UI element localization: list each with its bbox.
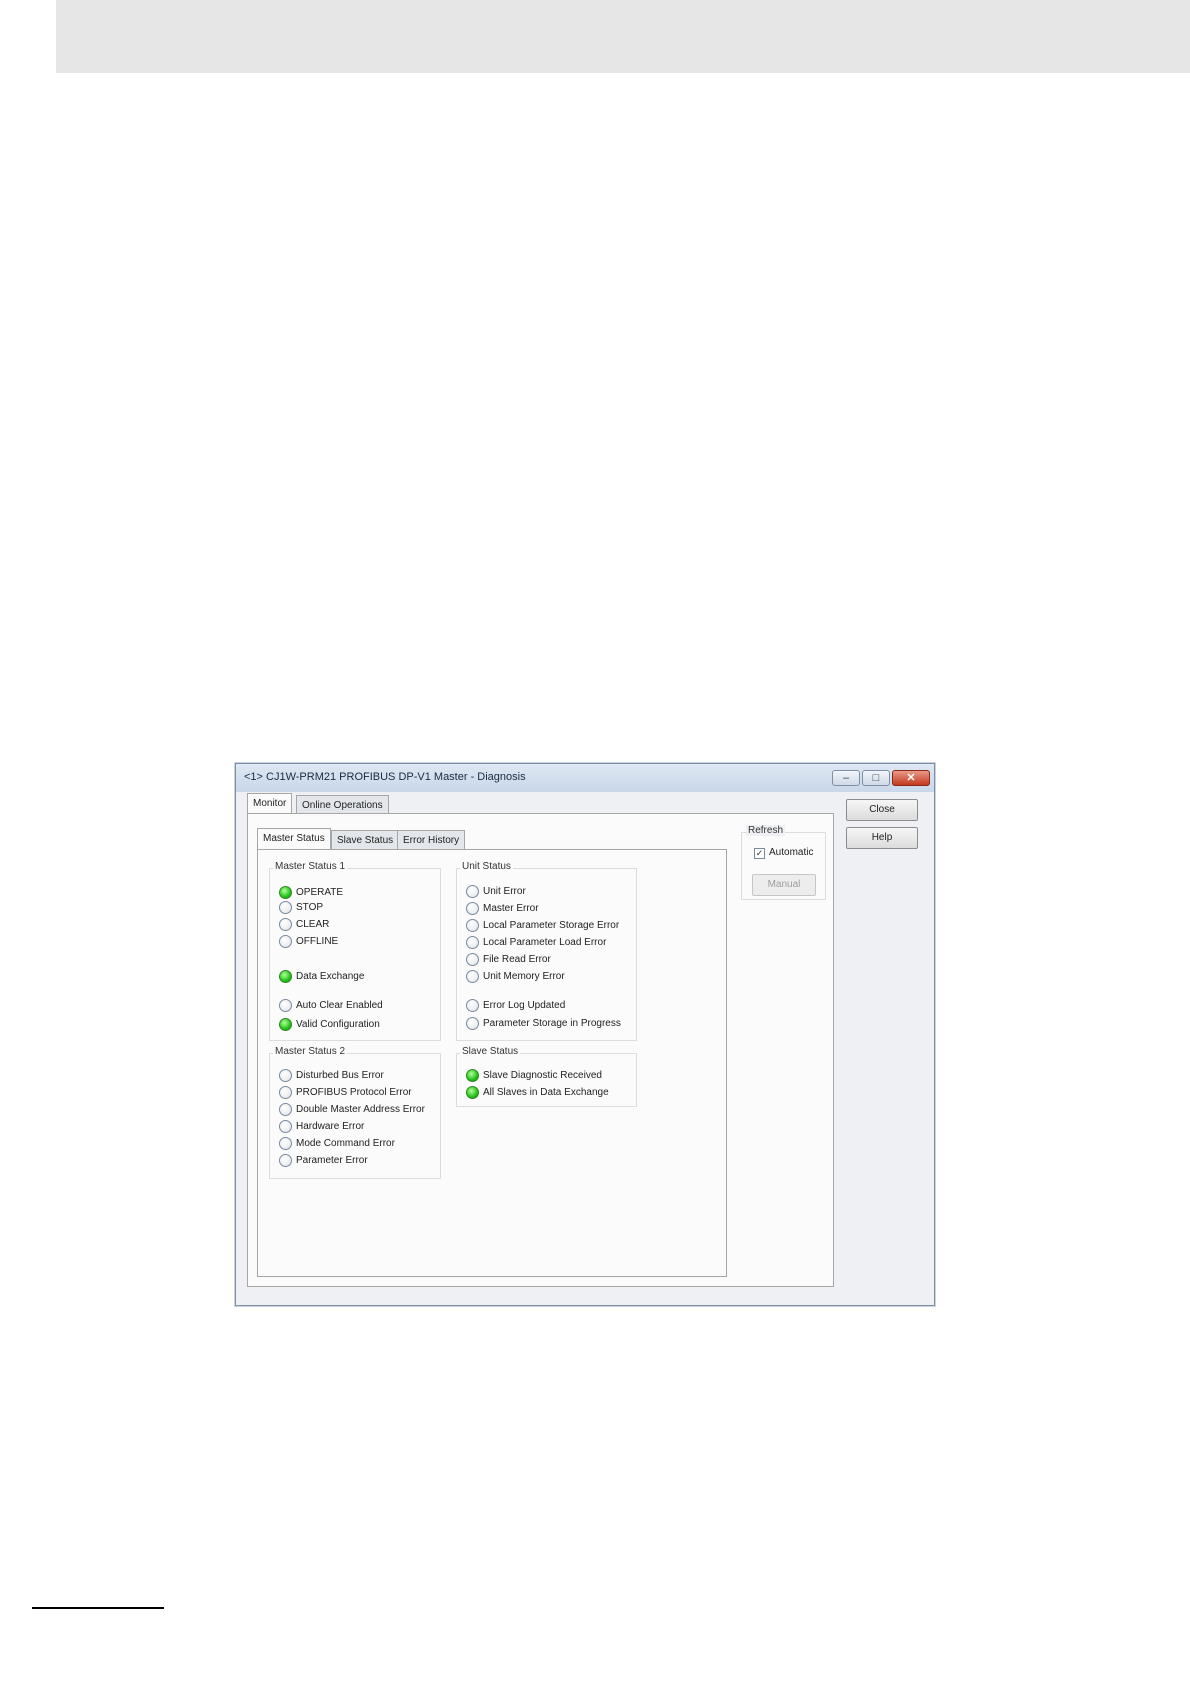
- unit-status-title: Unit Status: [460, 861, 513, 872]
- tab-monitor[interactable]: Monitor: [247, 793, 293, 815]
- maximize-icon: □: [872, 772, 880, 784]
- status-led-icon: [279, 1154, 292, 1167]
- window-body: Monitor Online Operations Master Status …: [236, 792, 934, 1305]
- minimize-icon: –: [842, 772, 850, 784]
- master-status-panel: Master Status 1 OPERATE STOP CLEAR OFFLI…: [257, 849, 727, 1277]
- minimize-button[interactable]: –: [832, 770, 860, 786]
- refresh-group: ✓ Automatic Manual: [741, 832, 826, 900]
- master-status-1-group: [269, 868, 441, 1041]
- status-led-icon: [279, 1086, 292, 1099]
- tab-online-operations[interactable]: Online Operations: [296, 795, 389, 815]
- title-bar[interactable]: <1> CJ1W-PRM21 PROFIBUS DP-V1 Master - D…: [236, 764, 934, 793]
- master-status-1-title: Master Status 1: [273, 861, 348, 872]
- window-title: <1> CJ1W-PRM21 PROFIBUS DP-V1 Master - D…: [244, 771, 526, 783]
- close-icon: ✕: [906, 772, 916, 784]
- tab-error-history[interactable]: Error History: [397, 830, 466, 850]
- close-button[interactable]: Close: [846, 799, 918, 821]
- status-led-icon: [466, 1017, 479, 1030]
- automatic-checkbox[interactable]: ✓: [754, 848, 765, 859]
- maximize-button[interactable]: □: [862, 770, 890, 786]
- status-led-icon: [279, 1103, 292, 1116]
- status-led-icon: [466, 936, 479, 949]
- status-led-icon: [466, 999, 479, 1012]
- manual-button[interactable]: Manual: [752, 874, 816, 896]
- status-led-icon: [466, 970, 479, 983]
- status-led-icon: [279, 886, 292, 899]
- status-led-icon: [466, 1086, 479, 1099]
- status-led-icon: [279, 918, 292, 931]
- status-led-icon: [279, 999, 292, 1012]
- help-button[interactable]: Help: [846, 827, 918, 849]
- status-led-icon: [279, 1137, 292, 1150]
- refresh-title: Refresh: [746, 825, 786, 836]
- status-led-icon: [466, 902, 479, 915]
- slave-status-title: Slave Status: [460, 1046, 521, 1057]
- diagnosis-window: <1> CJ1W-PRM21 PROFIBUS DP-V1 Master - D…: [235, 763, 935, 1306]
- status-led-icon: [279, 1018, 292, 1031]
- status-led-icon: [279, 935, 292, 948]
- status-led-icon: [279, 1120, 292, 1133]
- status-led-icon: [466, 1069, 479, 1082]
- status-led-icon: [466, 953, 479, 966]
- status-led-icon: [466, 885, 479, 898]
- master-status-2-title: Master Status 2: [273, 1046, 348, 1057]
- status-led-icon: [279, 901, 292, 914]
- page-header-band: [56, 0, 1190, 73]
- window-close-button[interactable]: ✕: [892, 770, 930, 786]
- footer-rule: [32, 1607, 164, 1609]
- automatic-label: Automatic: [769, 847, 814, 858]
- status-led-icon: [279, 1069, 292, 1082]
- tab-master-status[interactable]: Master Status: [257, 828, 331, 850]
- tab-slave-status[interactable]: Slave Status: [331, 830, 400, 850]
- status-led-icon: [466, 919, 479, 932]
- status-led-icon: [279, 970, 292, 983]
